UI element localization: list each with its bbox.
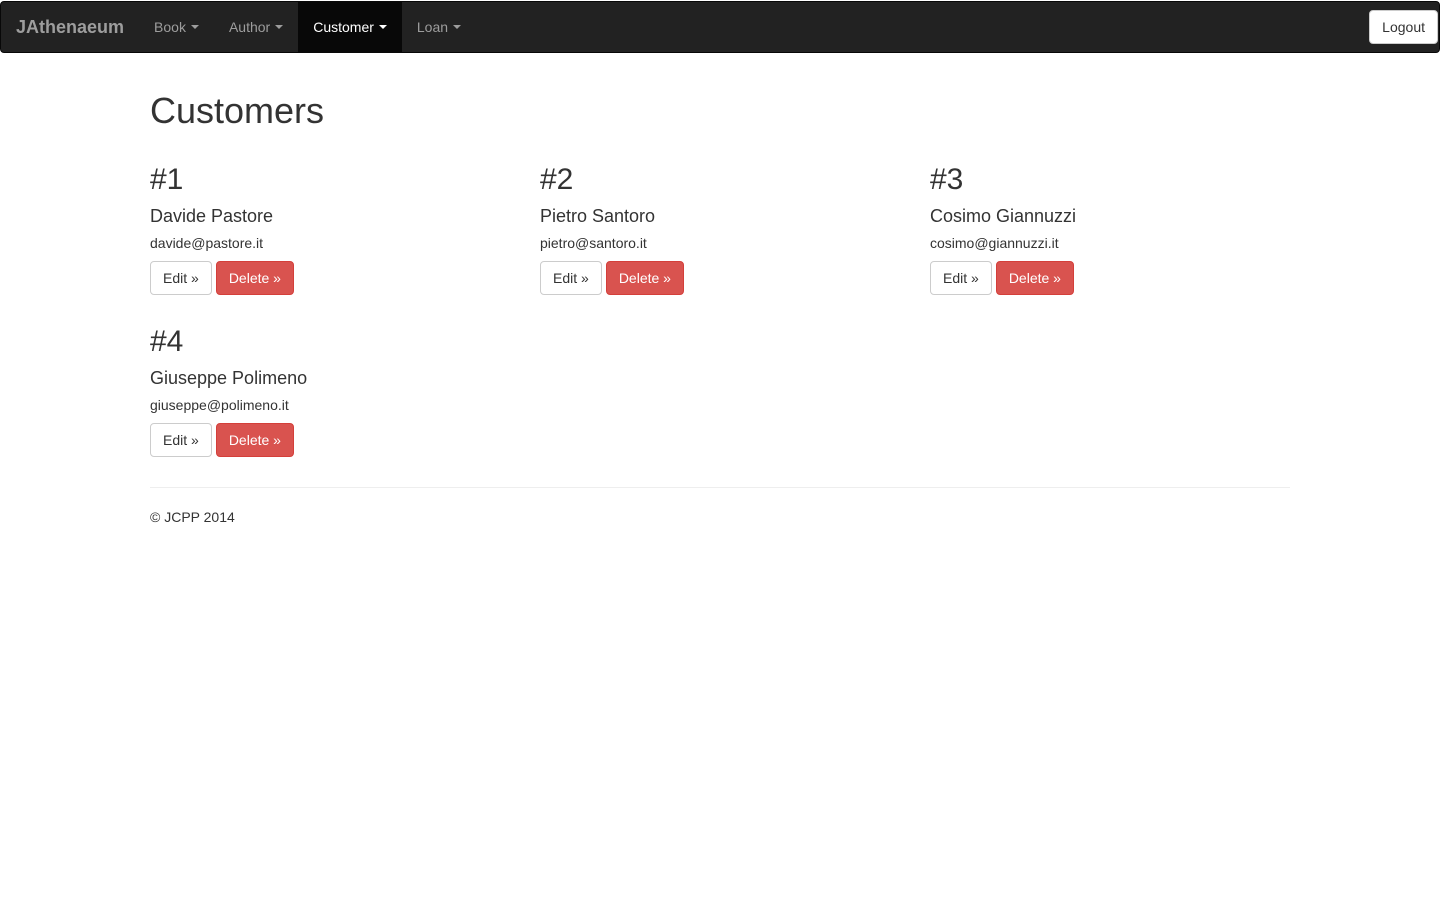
customer-card: #2 Pietro Santoro pietro@santoro.it Edit… (540, 162, 900, 295)
customer-number: #4 (150, 325, 184, 358)
nav-item-book[interactable]: Book (139, 2, 214, 52)
customer-number: #2 (540, 163, 574, 196)
customer-actions: Edit » Delete » (150, 423, 510, 457)
nav-item-customer[interactable]: Customer (298, 2, 402, 52)
delete-button[interactable]: Delete » (605, 261, 684, 295)
customer-email: pietro@santoro.it (540, 235, 647, 251)
edit-button[interactable]: Edit » (540, 261, 602, 295)
delete-button[interactable]: Delete » (215, 423, 294, 457)
nav-item-label: Loan (416, 19, 449, 35)
customer-card: #4 Giuseppe Polimeno giuseppe@polimeno.i… (150, 324, 510, 457)
customer-number: #1 (150, 163, 184, 196)
nav-item-label: Customer (313, 19, 374, 35)
caret-down-icon (275, 25, 284, 29)
nav-item-label: Author (228, 19, 271, 35)
customer-card: #1 Davide Pastore davide@pastore.it Edit… (150, 162, 510, 295)
customer-name: Cosimo Giannuzzi (930, 206, 1077, 226)
page-title: Customers (150, 90, 325, 131)
footer-copyright: © JCPP 2014 (150, 509, 235, 525)
caret-down-icon (378, 25, 387, 29)
brand-link[interactable]: JAthenaeum (1, 2, 139, 52)
caret-down-icon (453, 25, 462, 29)
navbar: JAthenaeum Book Author Customer Loan Log… (0, 1, 1440, 53)
customer-name: Pietro Santoro (540, 206, 656, 226)
delete-button[interactable]: Delete » (215, 261, 294, 295)
footer-divider (150, 487, 1290, 488)
customer-email: cosimo@giannuzzi.it (930, 235, 1059, 251)
edit-button[interactable]: Edit » (930, 261, 992, 295)
customer-email: davide@pastore.it (150, 235, 264, 251)
customer-number: #3 (930, 163, 964, 196)
nav-item-label: Book (154, 19, 186, 35)
edit-button[interactable]: Edit » (150, 423, 212, 457)
customer-email: giuseppe@polimeno.it (150, 397, 289, 413)
customer-actions: Edit » Delete » (540, 261, 900, 295)
customer-name: Davide Pastore (150, 206, 274, 226)
logout-button[interactable]: Logout (1369, 10, 1438, 44)
customer-actions: Edit » Delete » (150, 261, 510, 295)
nav-item-author[interactable]: Author (214, 2, 298, 52)
customer-card: #3 Cosimo Giannuzzi cosimo@giannuzzi.it … (930, 162, 1290, 295)
customer-name: Giuseppe Polimeno (150, 368, 308, 388)
caret-down-icon (190, 25, 199, 29)
nav-item-loan[interactable]: Loan (402, 2, 476, 52)
delete-button[interactable]: Delete » (995, 261, 1074, 295)
customer-actions: Edit » Delete » (930, 261, 1290, 295)
edit-button[interactable]: Edit » (150, 261, 212, 295)
